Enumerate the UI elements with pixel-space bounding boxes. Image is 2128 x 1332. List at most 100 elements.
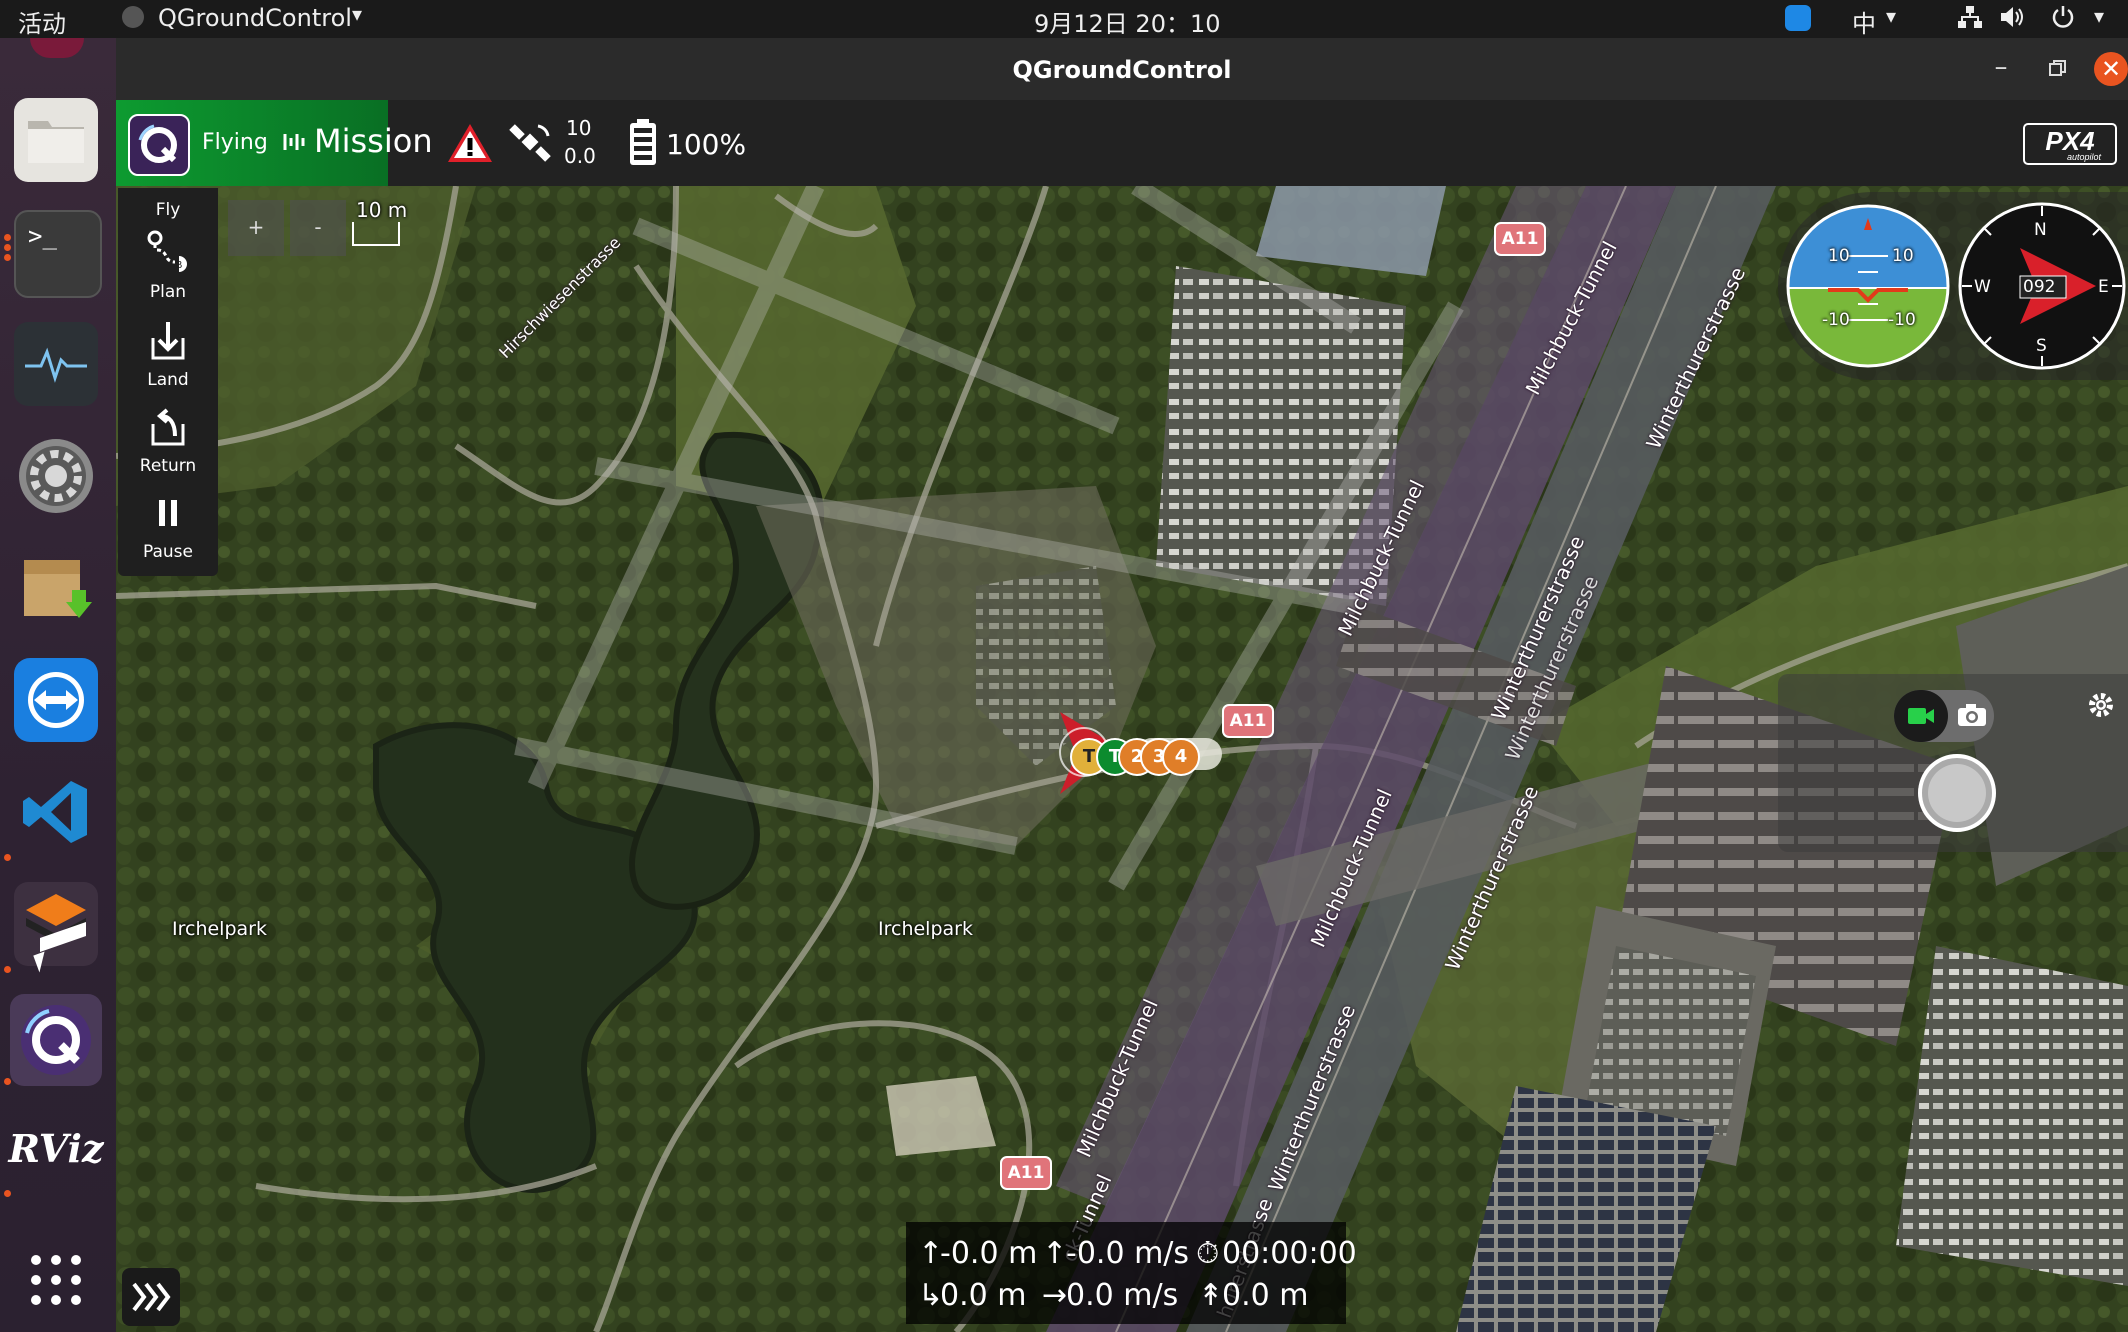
svg-text:autopilot: autopilot — [2067, 152, 2102, 162]
zoom-out-button[interactable]: - — [290, 200, 346, 256]
place-label: Irchelpark — [878, 918, 973, 940]
chevron-down-icon[interactable]: ▾ — [1886, 4, 1896, 28]
land-button[interactable]: Land — [118, 316, 218, 390]
video-camera-icon — [1908, 708, 1934, 724]
chevron-right-icon — [132, 1282, 171, 1312]
heading-readout: 092 — [2023, 277, 2056, 297]
vertical-speed-icon: ↑ — [1042, 1236, 1068, 1271]
zoom-in-button[interactable]: + — [228, 200, 284, 256]
flight-time-value: 00:00:00 — [1222, 1236, 1357, 1271]
expand-panel-button[interactable] — [122, 1268, 180, 1326]
clock[interactable]: 9月12日 20：10 — [1034, 4, 1221, 39]
pause-icon — [159, 500, 177, 526]
gps-hdop: 0.0 — [564, 144, 596, 168]
compass-south: S — [2036, 336, 2047, 356]
horizontal-speed-value: 0.0 m/s — [1066, 1278, 1179, 1313]
plan-button[interactable]: B Plan — [118, 228, 218, 302]
relative-altitude-icon: ↟ — [1198, 1278, 1224, 1313]
chevron-down-icon[interactable]: ▾ — [2094, 4, 2104, 28]
plan-icon: B — [147, 230, 187, 278]
orange-stack-app-icon[interactable] — [14, 882, 98, 966]
pitch-label: 10 — [1828, 246, 1850, 266]
place-label: Irchelpark — [172, 918, 267, 940]
network-icon[interactable] — [1956, 4, 1984, 36]
settings-app-icon[interactable] — [14, 434, 98, 518]
compass-east: E — [2098, 277, 2109, 297]
power-icon[interactable] — [2050, 4, 2076, 36]
map-scale-bar — [352, 222, 400, 246]
battery-percent: 100% — [666, 128, 747, 161]
return-button[interactable]: Return — [118, 402, 218, 476]
pause-button[interactable]: Pause — [118, 488, 218, 562]
relative-altitude-value: 0.0 m — [1222, 1278, 1309, 1313]
horizontal-speed-icon: → — [1042, 1278, 1068, 1313]
gps-satellite-count: 10 — [566, 116, 592, 140]
waypoint-marker[interactable]: 4 — [1162, 738, 1200, 776]
system-monitor-app-icon[interactable] — [14, 322, 98, 406]
vscode-app-icon[interactable] — [14, 770, 98, 854]
archive-manager-app-icon[interactable] — [14, 546, 98, 630]
qgc-toolbar: Flying Mission 10 0.0 100% PX4 autopilot — [116, 100, 2128, 186]
compass-indicator: N S E W 092 — [1956, 200, 2128, 372]
toolstrip-title: Fly — [155, 200, 181, 220]
qgc-logo-icon[interactable] — [128, 114, 190, 176]
svg-text:B: B — [176, 260, 183, 271]
land-icon — [151, 322, 185, 360]
camera-icon — [1958, 704, 1986, 726]
fly-toolstrip: Fly B Plan Land Return Pause — [118, 188, 218, 576]
plan-label: Plan — [149, 282, 187, 302]
pitch-label: 10 — [1892, 246, 1914, 266]
timer-icon: ⏱ — [1196, 1236, 1220, 1271]
teamviewer-app-icon[interactable] — [14, 658, 98, 742]
teamviewer-tray-icon[interactable] — [1785, 5, 1811, 31]
mission-label[interactable]: Mission — [314, 122, 433, 160]
camera-panel — [1778, 674, 2128, 852]
close-button[interactable]: ✕ — [2094, 52, 2128, 86]
video-mode-button[interactable] — [1894, 690, 1948, 742]
pitch-label: -10 — [1822, 310, 1850, 330]
qgc-app-menu-icon — [122, 6, 144, 28]
window-title-bar: QGroundControl – ✕ — [116, 38, 2128, 100]
camera-settings-button[interactable] — [2084, 688, 2118, 722]
route-badge: A11 — [1000, 1156, 1052, 1190]
battery-icon[interactable] — [628, 118, 658, 170]
route-badge: A11 — [1494, 222, 1546, 256]
warning-icon[interactable] — [446, 122, 494, 168]
terminal-app-icon[interactable]: >_ — [14, 210, 102, 298]
chevron-down-icon[interactable]: ▾ — [352, 2, 362, 26]
input-method-indicator[interactable]: 中 — [1852, 4, 1876, 39]
shutter-button[interactable] — [1918, 754, 1996, 832]
home-distance-value: 0.0 m — [940, 1278, 1027, 1313]
map-scale-label: 10 m — [356, 198, 408, 222]
gnome-top-bar: 活动 QGroundControl ▾ 9月12日 20：10 中 ▾ ▾ — [0, 0, 2128, 38]
files-app-icon[interactable] — [14, 98, 98, 182]
gear-icon — [2089, 693, 2113, 717]
return-icon — [151, 408, 185, 446]
pitch-label: -10 — [1888, 310, 1916, 330]
volume-icon[interactable] — [1998, 4, 2026, 36]
qgroundcontrol-app-icon[interactable] — [10, 994, 102, 1086]
window-title: QGroundControl — [1012, 56, 1232, 84]
dock: >_ RViz — [0, 38, 116, 1332]
attitude-indicator: 10 10 -10 -10 — [1782, 200, 1954, 372]
satellite-icon[interactable] — [508, 120, 554, 170]
compass-west: W — [1974, 277, 1991, 297]
vertical-speed-value: -0.0 m/s — [1066, 1236, 1190, 1271]
mission-waves-icon — [282, 130, 308, 158]
land-label: Land — [147, 370, 189, 390]
restore-button[interactable] — [2042, 54, 2076, 88]
altitude-value: -0.0 m — [940, 1236, 1038, 1271]
activities-button[interactable]: 活动 — [18, 4, 66, 39]
dock-partial-icon — [30, 38, 84, 58]
minimize-button[interactable]: – — [1984, 52, 2018, 86]
px4-logo: PX4 autopilot — [2022, 122, 2118, 166]
rviz-app-icon[interactable]: RViz — [8, 1106, 103, 1190]
app-menu-button[interactable]: QGroundControl — [158, 4, 352, 32]
pause-label: Pause — [143, 542, 193, 562]
telemetry-panel[interactable]: ↑ -0.0 m ↑ -0.0 m/s ⏱ 00:00:00 ↳ 0.0 m →… — [906, 1222, 1357, 1324]
return-label: Return — [139, 456, 197, 476]
photo-mode-button[interactable] — [1950, 690, 1994, 742]
flight-mode-label[interactable]: Flying — [202, 130, 268, 155]
show-applications-button[interactable] — [14, 1238, 98, 1322]
compass-north: N — [2034, 220, 2047, 240]
